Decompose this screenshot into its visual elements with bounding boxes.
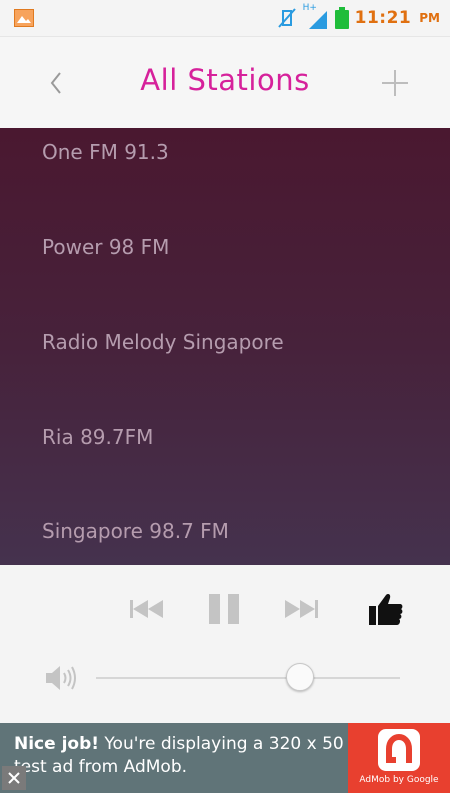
clock-time: 11:21 (354, 8, 412, 28)
station-item[interactable]: Power 98 FM (42, 235, 169, 259)
station-list: One FM 91.3 Power 98 FM Radio Melody Sin… (0, 128, 450, 565)
ad-text: Nice job! You're displaying a 320 x 50 t… (14, 733, 344, 779)
player-controls (0, 565, 450, 723)
next-track-icon[interactable] (284, 598, 318, 620)
add-station-icon[interactable] (380, 68, 410, 98)
vibrate-off-icon (277, 8, 296, 28)
station-item[interactable]: Radio Melody Singapore (42, 330, 284, 354)
ad-banner[interactable]: Nice job! You're displaying a 320 x 50 t… (0, 723, 450, 793)
clock-ampm: PM (419, 11, 440, 25)
close-icon (8, 772, 20, 784)
pause-icon[interactable] (208, 593, 240, 625)
volume-icon (46, 666, 76, 690)
volume-slider-knob[interactable] (285, 663, 314, 691)
ad-logo-box[interactable]: AdMob by Google (348, 723, 450, 793)
admob-logo-icon (378, 729, 420, 771)
ad-close-button[interactable] (2, 766, 26, 790)
previous-track-icon[interactable] (130, 598, 164, 620)
ad-headline: Nice job! (14, 734, 100, 754)
signal-icon: H+ (303, 3, 329, 29)
gallery-notification-icon (14, 9, 34, 27)
ad-brand: AdMob by Google (359, 775, 439, 785)
ad-text-box[interactable]: Nice job! You're displaying a 320 x 50 t… (0, 723, 348, 793)
title-bar: All Stations (0, 36, 450, 128)
station-item[interactable]: One FM 91.3 (42, 140, 169, 164)
thumbs-up-icon[interactable] (368, 591, 404, 627)
battery-icon (334, 7, 349, 29)
bottom-strip (0, 793, 450, 800)
status-bar: H+ 11:21 PM (0, 0, 450, 36)
status-icons: H+ 11:21 PM (277, 3, 440, 30)
station-item[interactable]: Ria 89.7FM (42, 425, 153, 449)
volume-slider-track[interactable] (96, 677, 400, 679)
station-item[interactable]: Singapore 98.7 FM (42, 519, 229, 543)
